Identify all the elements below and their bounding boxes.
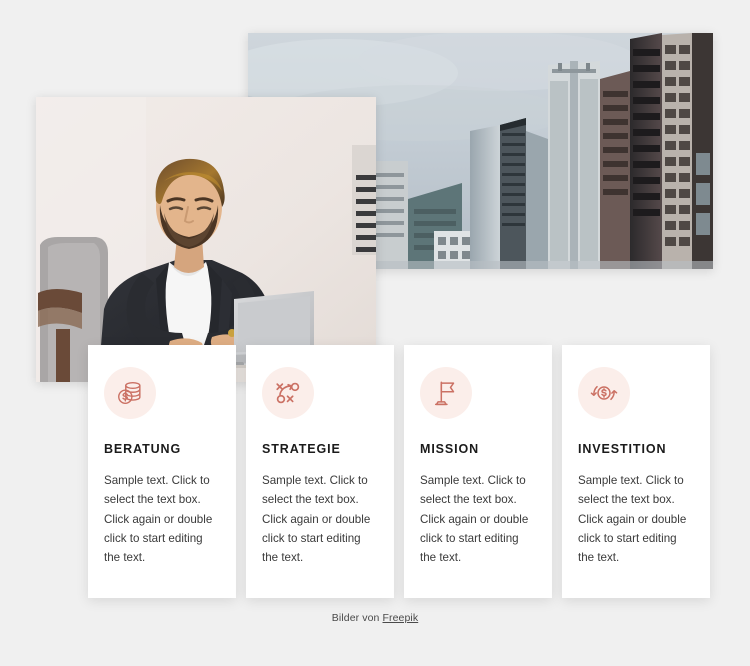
image-attribution: Bilder von Freepik — [0, 612, 750, 624]
icon-badge — [578, 367, 630, 419]
strategy-xo-icon — [273, 378, 303, 408]
icon-badge — [262, 367, 314, 419]
feature-card-strategie[interactable]: STRATEGIE Sample text. Click to select t… — [246, 345, 394, 598]
icon-badge — [420, 367, 472, 419]
card-title: STRATEGIE — [262, 442, 341, 456]
attribution-prefix: Bilder von — [331, 612, 383, 624]
card-text: Sample text. Click to select the text bo… — [578, 473, 687, 565]
icon-badge — [104, 367, 156, 419]
feature-card-mission[interactable]: MISSION Sample text. Click to select the… — [404, 345, 552, 598]
card-text: Sample text. Click to select the text bo… — [104, 473, 213, 565]
page-stage: BERATUNG Sample text. Click to select th… — [0, 0, 750, 666]
freepik-link[interactable]: Freepik — [383, 612, 419, 624]
card-title: MISSION — [420, 442, 480, 456]
money-refresh-icon — [589, 378, 619, 408]
card-text: Sample text. Click to select the text bo… — [420, 473, 529, 565]
coins-stack-icon — [115, 378, 145, 408]
businessman-photo — [36, 97, 376, 382]
feature-card-beratung[interactable]: BERATUNG Sample text. Click to select th… — [88, 345, 236, 598]
card-title: BERATUNG — [104, 442, 182, 456]
card-text: Sample text. Click to select the text bo… — [262, 473, 371, 565]
businessman-illustration — [36, 97, 376, 382]
flag-icon — [431, 378, 461, 408]
feature-cards-row: BERATUNG Sample text. Click to select th… — [88, 345, 710, 598]
feature-card-investition[interactable]: INVESTITION Sample text. Click to select… — [562, 345, 710, 598]
card-title: INVESTITION — [578, 442, 667, 456]
